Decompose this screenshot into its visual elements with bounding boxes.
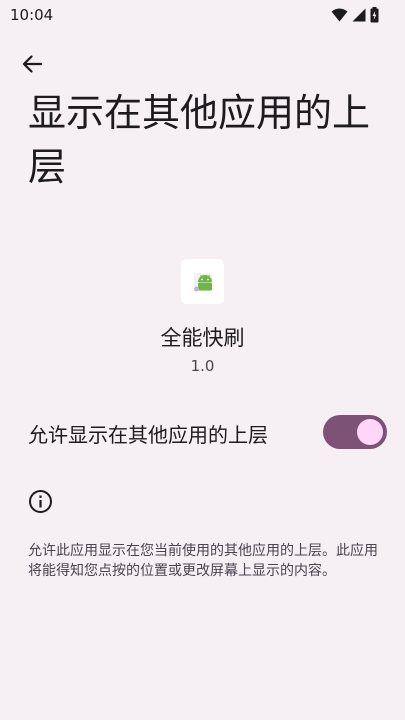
app-name: 全能快刷	[160, 326, 245, 350]
wifi-icon	[331, 8, 348, 22]
back-button[interactable]	[14, 46, 50, 82]
status-bar: 10:04	[0, 0, 405, 32]
page-title: 显示在其他应用的上层	[28, 91, 371, 189]
overlay-permission-label: 允许显示在其他应用的上层	[28, 423, 268, 447]
info-icon	[29, 490, 52, 513]
status-time: 10:04	[10, 6, 54, 24]
battery-icon	[370, 7, 379, 23]
app-icon	[181, 259, 224, 304]
arrow-back-icon	[22, 55, 42, 73]
overlay-permission-switch[interactable]	[323, 415, 387, 449]
signal-icon	[352, 8, 366, 22]
status-icons	[331, 6, 379, 24]
app-version: 1.0	[190, 357, 215, 375]
switch-thumb	[357, 419, 383, 445]
permission-description: 允许此应用显示在您当前使用的其他应用的上层。此应用将能得知您点按的位置或更改屏幕…	[28, 543, 378, 579]
overlay-permission-row[interactable]: 允许显示在其他应用的上层	[0, 406, 405, 458]
android-app-icon	[193, 272, 212, 291]
